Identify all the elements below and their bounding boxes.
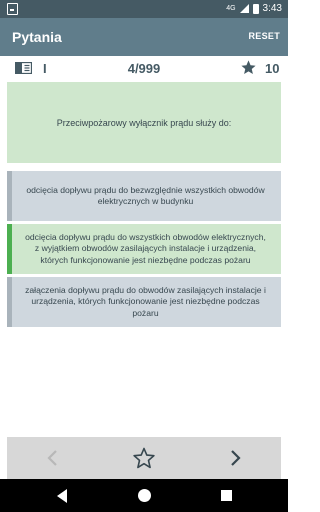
- system-navigation-bar: [0, 479, 288, 512]
- signal-icon: [239, 4, 249, 13]
- chevron-left-icon: [47, 450, 57, 466]
- answer-option-2[interactable]: odcięcia dopływu prądu do wszystkich obw…: [7, 224, 281, 274]
- answer-text: odcięcia dopływu prądu do wszystkich obw…: [25, 231, 266, 265]
- recent-apps-icon[interactable]: [221, 490, 232, 501]
- battery-icon: [252, 3, 259, 14]
- answer-option-3[interactable]: załączenia dopływu prądu do obwodów zasi…: [7, 277, 281, 327]
- page-title: Pytania: [12, 29, 62, 45]
- chevron-right-icon: [231, 450, 241, 466]
- bottom-bar: [0, 437, 288, 479]
- next-button[interactable]: [189, 437, 281, 479]
- network-type: 4G: [226, 5, 236, 12]
- answer-option-1[interactable]: odcięcia dopływu prądu do bezwzględnie w…: [7, 171, 281, 221]
- reset-button[interactable]: RESET: [248, 31, 280, 41]
- star-icon: [241, 60, 256, 75]
- question-card: Przeciwpożarowy wyłącznik prądu służy do…: [7, 82, 281, 163]
- notification-icon: [7, 3, 18, 15]
- info-bar: I 4/999 10: [0, 56, 288, 80]
- status-bar: 4G 3:43: [0, 0, 288, 18]
- question-text: Przeciwpożarowy wyłącznik prądu służy do…: [56, 117, 232, 128]
- home-icon[interactable]: [138, 489, 151, 502]
- clock: 3:43: [262, 3, 282, 14]
- answer-text: załączenia dopływu prądu do obwodów zasi…: [25, 284, 266, 318]
- previous-button[interactable]: [7, 437, 99, 479]
- answer-text: odcięcia dopływu prądu do bezwzględnie w…: [26, 184, 265, 206]
- app-bar: Pytania RESET: [0, 18, 288, 56]
- back-icon[interactable]: [57, 489, 67, 503]
- score-value: 10: [265, 61, 280, 76]
- favorite-button[interactable]: [98, 437, 190, 479]
- star-outline-icon: [133, 447, 155, 469]
